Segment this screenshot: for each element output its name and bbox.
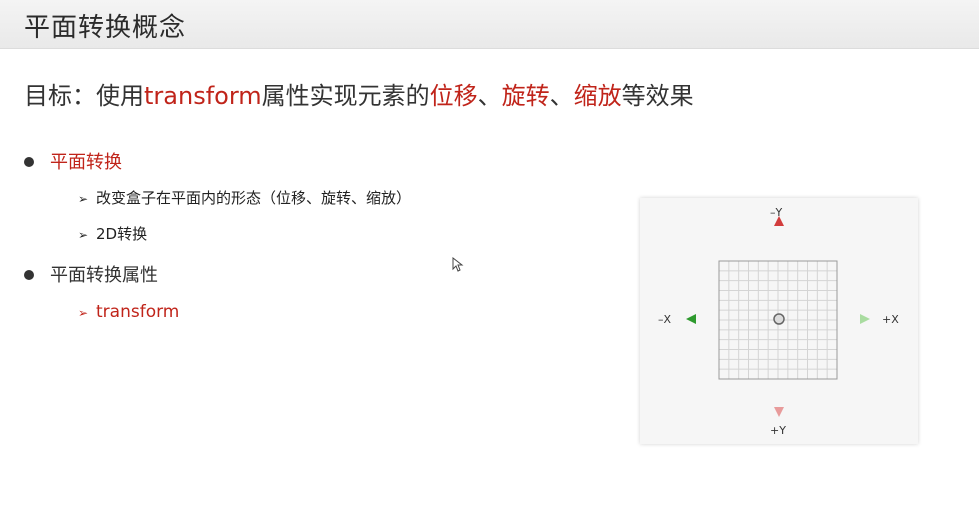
arrowhead-right-icon: ➢: [78, 228, 89, 242]
bullet-label: 平面转换: [50, 152, 122, 173]
goal-suffix: 等效果: [621, 82, 694, 110]
sub-item-label: 2D转换: [96, 225, 148, 243]
bullet-item: 平面转换: [24, 148, 122, 174]
bullet-dot-icon: [24, 269, 34, 280]
goal-sep: 、: [549, 82, 574, 110]
slide-header: 平面转换概念: [0, 0, 979, 49]
slide-title: 平面转换概念: [24, 13, 187, 43]
goal-item-scale: 缩放: [573, 82, 622, 110]
goal-middle: 属性实现元素的: [261, 82, 430, 110]
bullet-dot-icon: [24, 156, 34, 167]
sub-item: ➢ 2D转换: [78, 223, 147, 244]
coordinate-diagram-svg: [686, 216, 870, 417]
y-axis-pos-arrow-icon: [774, 407, 784, 417]
mouse-pointer-icon: [452, 256, 464, 277]
goal-item-rotate: 旋转: [501, 82, 550, 110]
axis-label-pos-y: +Y: [770, 424, 786, 437]
sub-item: ➢ 改变盒子在平面内的形态（位移、旋转、缩放）: [78, 187, 411, 208]
axis-label-neg-y: –Y: [770, 206, 783, 219]
arrowhead-right-icon: ➢: [78, 192, 89, 206]
bullet-item: 平面转换属性: [24, 261, 158, 287]
goal-sep: 、: [477, 82, 502, 110]
arrowhead-right-icon: ➢: [78, 306, 89, 320]
sub-item-label: 改变盒子在平面内的形态（位移、旋转、缩放）: [96, 189, 412, 207]
coordinate-diagram: –Y +Y –X +X: [640, 198, 918, 444]
goal-prefix: 目标：使用: [24, 82, 144, 110]
axis-label-neg-x: –X: [658, 313, 672, 326]
axis-label-pos-x: +X: [882, 313, 899, 326]
sub-item: ➢ transform: [78, 302, 179, 322]
x-axis-neg-arrow-icon: [686, 314, 696, 324]
x-axis-pos-arrow-icon: [860, 314, 870, 324]
goal-statement: 目标：使用transform属性实现元素的位移、旋转、缩放等效果: [24, 76, 694, 111]
sub-item-label: transform: [96, 302, 180, 322]
goal-item-translate: 位移: [429, 82, 478, 110]
goal-keyword: transform: [144, 82, 262, 110]
bullet-label: 平面转换属性: [50, 265, 158, 286]
origin-point: [773, 313, 785, 325]
